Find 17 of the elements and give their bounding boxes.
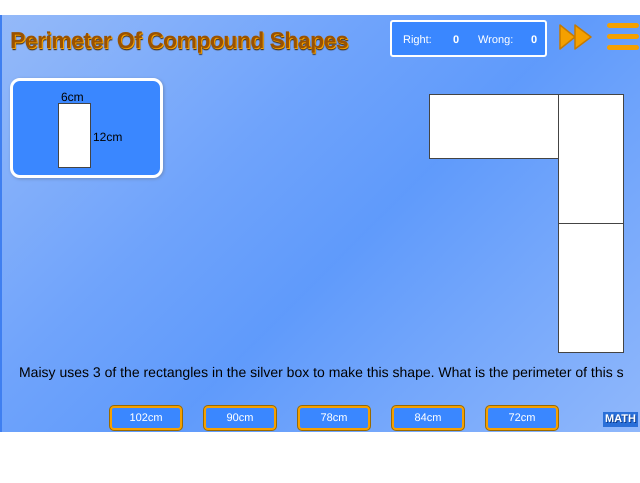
- question-text: Maisy uses 3 of the rectangles in the silver box to make this shape. What is the perimeter of this s: [19, 363, 624, 382]
- sample-rectangle: [58, 103, 91, 168]
- fast-forward-icon[interactable]: [559, 23, 593, 51]
- game-title: Perimeter Of Compound Shapes: [10, 26, 348, 55]
- right-count: 0: [453, 33, 460, 48]
- answer-button[interactable]: 90cm: [204, 406, 276, 430]
- right-label: Right:: [403, 33, 432, 48]
- answer-button[interactable]: 84cm: [392, 406, 464, 430]
- answer-button[interactable]: 72cm: [486, 406, 558, 430]
- answer-button[interactable]: 78cm: [298, 406, 370, 430]
- logo: MATH: [603, 412, 638, 427]
- wrong-count: 0: [531, 33, 538, 48]
- answer-button[interactable]: 102cm: [110, 406, 182, 430]
- height-label: 12cm: [93, 129, 122, 146]
- wrong-label: Wrong:: [478, 33, 514, 48]
- width-label: 6cm: [61, 89, 84, 106]
- menu-icon[interactable]: [606, 21, 640, 53]
